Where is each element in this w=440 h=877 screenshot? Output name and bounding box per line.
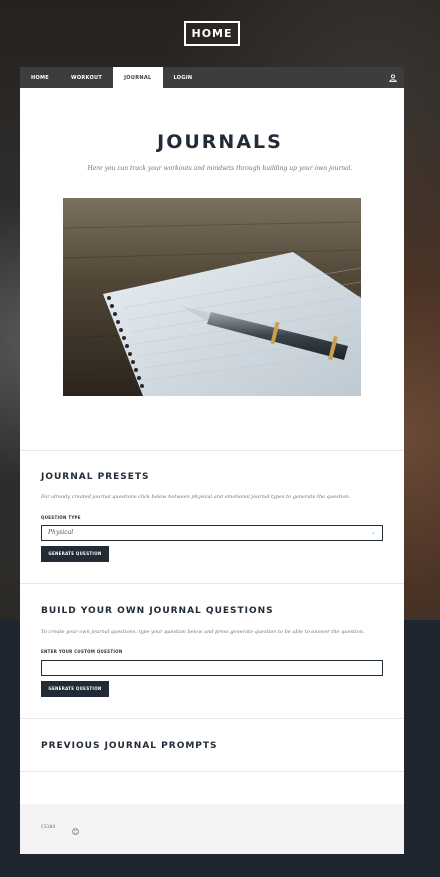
custom-description: To create your own journal questions, ty… (41, 629, 365, 635)
footer-text: CS184 (41, 824, 56, 829)
footer: CS184 (20, 804, 404, 854)
nav-item-home[interactable]: HOME (20, 67, 60, 88)
generate-custom-question-button[interactable]: GENERATE QUESTION (41, 681, 109, 697)
generate-preset-question-button[interactable]: GENERATE QUESTION (41, 546, 109, 562)
presets-description: For already created journal questions cl… (41, 494, 351, 500)
question-type-value: Physical (48, 529, 74, 536)
page-subtitle: Here you can track your workouts and min… (87, 165, 353, 172)
home-button[interactable]: HOME (184, 21, 240, 46)
section-divider (20, 771, 404, 772)
previous-prompts-heading: PREVIOUS JOURNAL PROMPTS (41, 741, 218, 751)
top-nav: HOME WORKOUT JOURNAL LOGIN (20, 67, 404, 88)
section-divider (20, 718, 404, 719)
nav-item-journal[interactable]: JOURNAL (113, 67, 163, 88)
custom-question-label: ENTER YOUR CUSTOM QUESTION (41, 649, 123, 654)
presets-heading: JOURNAL PRESETS (41, 472, 150, 482)
custom-question-input[interactable] (41, 660, 383, 676)
user-icon[interactable] (382, 67, 404, 88)
custom-heading: BUILD YOUR OWN JOURNAL QUESTIONS (41, 606, 274, 616)
section-divider (20, 450, 404, 451)
github-icon[interactable] (72, 822, 79, 840)
section-divider (20, 583, 404, 584)
question-type-label: QUESTION TYPE (41, 515, 81, 520)
question-type-select[interactable]: Physical ⌄ (41, 525, 383, 541)
nav-item-workout[interactable]: WORKOUT (60, 67, 113, 88)
page-title: JOURNALS (157, 131, 283, 153)
nav-item-login[interactable]: LOGIN (163, 67, 204, 88)
chevron-down-icon: ⌄ (370, 529, 376, 536)
hero-image-notebook-pen (63, 198, 361, 396)
